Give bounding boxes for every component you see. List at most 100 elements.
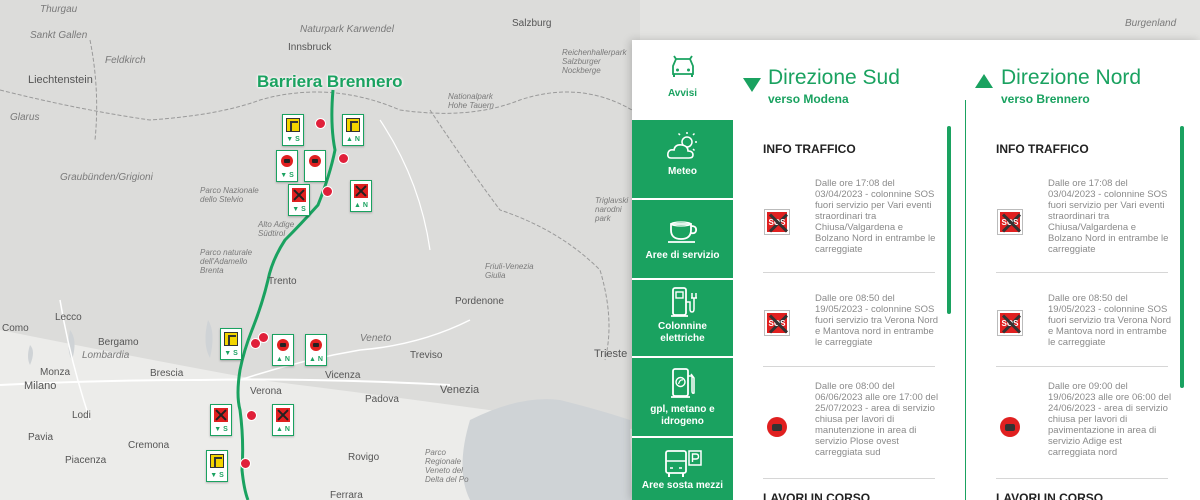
closure-marker[interactable]: ▲ N — [272, 334, 294, 366]
category-aree-servizio[interactable]: Aree di servizio — [632, 200, 733, 280]
direction-subtitle: verso Brennero — [1001, 92, 1090, 106]
sos-off-icon: SOS — [765, 210, 789, 234]
map-label: Lecco — [55, 312, 82, 323]
map-label: Milano — [24, 380, 57, 392]
triangle-up-icon — [975, 74, 993, 88]
traffic-item[interactable]: SOS Dalle ore 08:50 del 19/05/2023 - col… — [763, 273, 938, 367]
map-label: Liechtenstein — [28, 74, 93, 86]
roadwork-icon — [224, 332, 238, 346]
direction-south-header[interactable]: Direzione Sud verso Modena — [733, 40, 965, 110]
ev-charger-icon — [670, 287, 697, 317]
closure-marker[interactable]: ▲ N — [305, 334, 327, 366]
map-label: Bergamo — [98, 337, 139, 348]
map-label: Monza — [40, 367, 71, 378]
scrollbar[interactable] — [947, 126, 951, 314]
direction-south-column: Direzione Sud verso Modena INFO TRAFFICO… — [733, 40, 965, 500]
roadwork-marker[interactable]: ▲ N — [342, 114, 364, 146]
direction-north-header[interactable]: Direzione Nord verso Brennero — [952, 40, 1200, 110]
map-label: Lombardia — [82, 350, 130, 361]
sos-off-icon: SOS — [998, 210, 1022, 234]
roadwork-marker[interactable]: ▼ S — [220, 328, 242, 360]
direction-title: Direzione Sud — [768, 66, 900, 89]
event-dot[interactable] — [315, 118, 326, 129]
traffic-item[interactable]: SOS Dalle ore 17:08 del 03/04/2023 - col… — [763, 170, 935, 273]
map-label: Reichenhallerpark Salzburger Nockberge — [562, 48, 627, 75]
info-panel: Avvisi Meteo Aree di servizio Colonnine … — [632, 40, 1200, 500]
map-label: Lodi — [72, 410, 91, 421]
section-title: INFO TRAFFICO — [996, 142, 1089, 156]
no-entry-icon — [308, 154, 322, 168]
truck-parking-icon — [664, 450, 702, 477]
no-entry-icon — [276, 338, 290, 352]
category-avvisi[interactable]: Avvisi — [632, 40, 733, 120]
roadwork-icon — [210, 454, 224, 468]
sos-marker[interactable]: ▼ S — [210, 404, 232, 436]
sos-marker[interactable]: ▲ N — [272, 404, 294, 436]
category-gpl-metano[interactable]: gpl, metano e idrogeno — [632, 358, 733, 438]
map-label: Parco Nazionale dello Stelvio — [200, 186, 259, 204]
map-label: Naturpark Karwendel — [300, 24, 394, 35]
no-entry-icon — [998, 415, 1022, 439]
map-label: Pavia — [28, 432, 54, 443]
roadwork-marker[interactable]: ▼ S — [206, 450, 228, 482]
no-entry-icon — [765, 415, 789, 439]
traffic-item[interactable]: Dalle ore 08:00 del 06/06/2023 alle ore … — [763, 367, 938, 479]
scrollbar[interactable] — [1180, 126, 1184, 388]
event-dot[interactable] — [338, 153, 349, 164]
section-title: INFO TRAFFICO — [763, 142, 856, 156]
map-label: Rovigo — [348, 452, 380, 463]
section-title: LAVORI IN CORSO — [763, 491, 871, 500]
map-label: Verona — [250, 386, 282, 397]
no-entry-icon — [280, 154, 294, 168]
sos-off-icon — [292, 188, 306, 202]
traffic-item[interactable]: Dalle ore 09:00 del 19/06/2023 alle ore … — [996, 367, 1171, 479]
map-label: Como — [2, 323, 29, 334]
sos-marker[interactable]: ▼ S — [288, 184, 310, 216]
direction-title: Direzione Nord — [1001, 66, 1142, 89]
coffee-cup-icon — [667, 221, 697, 243]
category-aree-sosta[interactable]: Aree sosta mezzi — [632, 438, 733, 500]
map-label: Thurgau — [40, 4, 78, 15]
map-label: Burgenland — [1125, 18, 1177, 29]
map-label: Treviso — [410, 350, 443, 361]
map-label: Feldkirch — [105, 55, 146, 66]
event-dot[interactable] — [246, 410, 257, 421]
event-dot[interactable] — [240, 458, 251, 469]
map-title: Barriera Brennero — [257, 72, 403, 91]
event-dot[interactable] — [258, 332, 269, 343]
traffic-item[interactable]: SOS Dalle ore 08:50 del 19/05/2023 - col… — [996, 273, 1171, 367]
category-meteo[interactable]: Meteo — [632, 120, 733, 200]
map-label: Triglavski narodni park — [595, 196, 629, 223]
event-dot[interactable] — [322, 186, 333, 197]
no-entry-icon — [309, 338, 323, 352]
closure-marker[interactable]: ▼ S — [276, 150, 298, 182]
weather-icon — [666, 132, 697, 159]
map-label: Vicenza — [325, 370, 361, 381]
map-label: Veneto — [360, 333, 392, 344]
traffic-item[interactable]: SOS Dalle ore 17:08 del 03/04/2023 - col… — [996, 170, 1168, 273]
direction-north-column: Direzione Nord verso Brennero INFO TRAFF… — [952, 40, 1200, 500]
roadwork-marker[interactable]: ▼ S — [282, 114, 304, 146]
roadwork-icon — [346, 118, 360, 132]
map-label: Friuli-Venezia Giulia — [485, 262, 534, 280]
map-label: Parco Regionale Veneto del Delta del Po — [425, 448, 469, 484]
closure-marker[interactable] — [304, 150, 326, 182]
map-label: Brescia — [150, 368, 184, 379]
section-title: LAVORI IN CORSO — [996, 491, 1104, 500]
triangle-down-icon — [743, 78, 761, 92]
map-label: Nationalpark Hohe Tauern — [448, 92, 494, 110]
roadwork-icon — [286, 118, 300, 132]
map-label: Piacenza — [65, 455, 107, 466]
category-colonnine[interactable]: Colonnine elettriche — [632, 280, 733, 358]
sos-off-icon — [276, 408, 290, 422]
map-label: Trento — [268, 276, 297, 287]
sos-marker[interactable]: ▲ N — [350, 180, 372, 212]
map-label: Innsbruck — [288, 42, 332, 53]
category-sidebar: Avvisi Meteo Aree di servizio Colonnine … — [632, 40, 733, 500]
map-label: Cremona — [128, 440, 170, 451]
sos-off-icon — [214, 408, 228, 422]
fuel-pump-icon — [670, 368, 695, 398]
map-label: Venezia — [440, 384, 480, 396]
sos-off-icon — [354, 184, 368, 198]
sos-off-icon: SOS — [998, 311, 1022, 335]
